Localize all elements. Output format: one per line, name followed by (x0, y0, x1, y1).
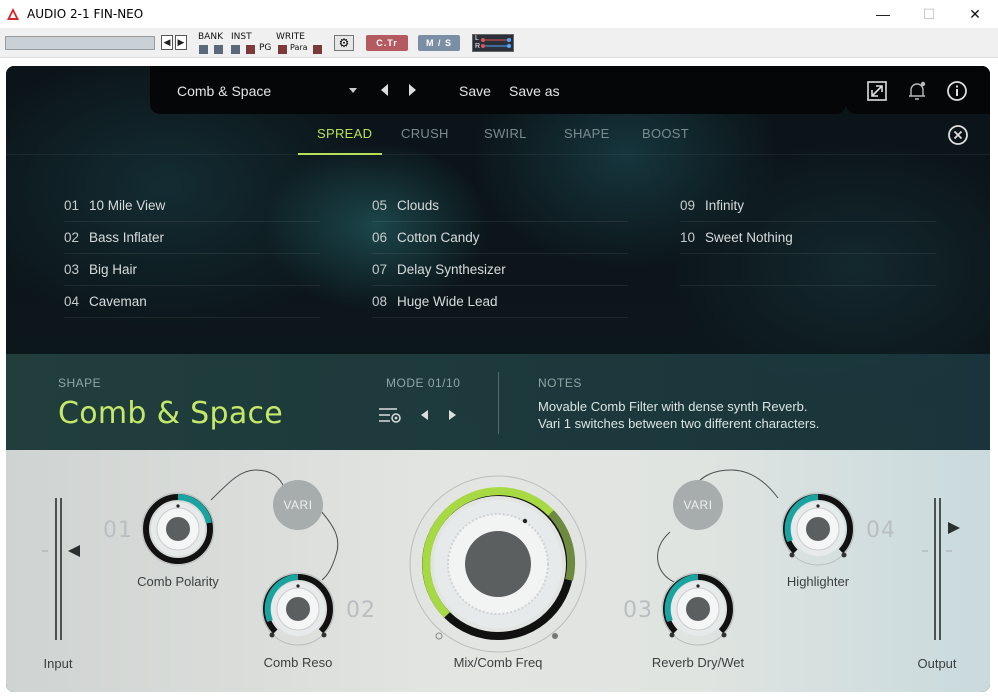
arrow-left-icon (420, 410, 428, 420)
vari-2-button[interactable]: VARI (673, 480, 723, 530)
lr-routing-icon (481, 38, 511, 48)
highlighter-label: Highlighter (786, 574, 850, 589)
mode-label: MODE 01/10 (386, 376, 461, 390)
next-mode-button[interactable] (446, 408, 458, 422)
mode-info-panel: SHAPE Comb & Space MODE 01/10 NOTES Mova… (6, 354, 990, 450)
list-item[interactable]: 07 Delay Synthesizer (372, 254, 628, 286)
preset-column-2: 05 Clouds 06 Cotton Candy 07 Delay Synthesi… (372, 190, 628, 318)
preset-column-1: 01 10 Mile View 02 Bass Inflater 03 Big Hai… (64, 190, 320, 318)
knob-1-number: 01 (103, 518, 133, 543)
arrow-left-icon (380, 84, 388, 96)
close-icon[interactable] (947, 124, 969, 146)
save-as-button[interactable]: Save as (509, 83, 560, 99)
preset-column-3: 09 Infinity 10 Sweet Nothing (680, 190, 936, 286)
title-bar: AUDIO 2-1 FIN-NEO — ☐ ✕ (0, 0, 998, 28)
inst-label: INST (231, 32, 252, 42)
pg-label: PG (259, 43, 272, 53)
prev-preset-button[interactable] (377, 82, 391, 98)
knob-3-number: 03 (623, 598, 653, 623)
list-item[interactable]: 03 Big Hair (64, 254, 320, 286)
list-item[interactable]: 04 Caveman (64, 286, 320, 318)
highlighter-knob[interactable] (773, 484, 864, 575)
preset-dropdown[interactable]: Comb & Space (177, 83, 271, 99)
arrow-right-icon (408, 84, 416, 96)
shape-label: SHAPE (58, 376, 102, 390)
list-item[interactable]: 10 Sweet Nothing (680, 222, 936, 254)
shape-name: Comb & Space (58, 396, 284, 431)
host-prev-button[interactable]: ◀ (161, 35, 173, 50)
list-item[interactable]: 08 Huge Wide Lead (372, 286, 628, 318)
input-meter[interactable] (42, 498, 80, 640)
list-item-empty (680, 254, 936, 286)
chevron-down-icon[interactable] (349, 88, 357, 93)
maximize-button[interactable]: ☐ (906, 0, 952, 28)
mode-list-icon[interactable] (378, 406, 402, 424)
ms-button[interactable]: M / S (418, 35, 460, 51)
knob-4-number: 04 (866, 518, 896, 543)
input-label: Input (43, 656, 73, 671)
bank-toggle-2[interactable] (214, 45, 223, 54)
host-preset-field[interactable] (5, 36, 155, 50)
mix-comb-freq-label: Mix/Comb Freq (453, 655, 543, 670)
comb-polarity-label: Comb Polarity (137, 574, 219, 589)
active-tab-indicator (298, 153, 382, 155)
list-item[interactable]: 01 10 Mile View (64, 190, 320, 222)
minimize-button[interactable]: — (860, 0, 906, 28)
list-item[interactable]: 09 Infinity (680, 190, 936, 222)
inst-toggle-2[interactable] (246, 45, 255, 54)
l-label: L (475, 35, 479, 42)
tab-swirl[interactable]: SWIRL (484, 126, 527, 141)
next-preset-button[interactable] (405, 82, 419, 98)
tab-crush[interactable]: CRUSH (401, 126, 449, 141)
bank-label: BANK (198, 32, 223, 42)
close-window-button[interactable]: ✕ (952, 0, 998, 28)
controls-panel: VARI VARI 01 02 03 04 Comb Polarity Comb… (6, 450, 990, 692)
tab-spread[interactable]: SPREAD (317, 126, 372, 141)
host-next-button[interactable]: ▶ (175, 35, 187, 50)
knob-2-number: 02 (346, 598, 376, 623)
notes-text: Movable Comb Filter with dense synth Rev… (538, 399, 820, 431)
plugin-window: Comb & Space Save Save as SPREAD CRUSH S… (6, 66, 990, 692)
window-title: AUDIO 2-1 FIN-NEO (27, 7, 144, 21)
save-button[interactable]: Save (459, 83, 491, 99)
comb-polarity-knob[interactable] (141, 492, 215, 566)
bank-toggle-1[interactable] (199, 45, 208, 54)
list-item[interactable]: 06 Cotton Candy (372, 222, 628, 254)
tab-shape[interactable]: SHAPE (564, 126, 610, 141)
inst-toggle-1[interactable] (231, 45, 240, 54)
app-logo-icon (7, 8, 19, 20)
list-item[interactable]: 05 Clouds (372, 190, 628, 222)
comb-reso-knob[interactable] (253, 564, 344, 655)
host-toolbar: ◀ ▶ BANK INST PG WRITE Para ⚙ C.Tr M / S… (0, 28, 998, 58)
lr-routing[interactable]: L R (472, 34, 514, 52)
bell-icon[interactable] (906, 80, 928, 102)
ctr-button[interactable]: C.Tr (366, 35, 408, 51)
comb-reso-label: Comb Reso (263, 655, 333, 670)
mix-comb-freq-knob[interactable] (409, 475, 587, 653)
tab-boost[interactable]: BOOST (642, 126, 689, 141)
write-label: WRITE (276, 32, 305, 42)
output-label: Output (917, 656, 957, 671)
list-item[interactable]: 02 Bass Inflater (64, 222, 320, 254)
prev-mode-button[interactable] (418, 408, 430, 422)
reverb-dry-wet-label: Reverb Dry/Wet (651, 655, 745, 670)
notes-label: NOTES (538, 376, 582, 390)
arrow-right-icon (448, 410, 456, 420)
info-icon[interactable] (946, 80, 968, 102)
gear-icon[interactable]: ⚙ (334, 35, 354, 51)
preset-bar: Comb & Space Save Save as (150, 66, 846, 114)
resize-icon[interactable] (866, 80, 888, 102)
top-icons (846, 66, 990, 114)
write-toggle[interactable] (278, 45, 287, 54)
para-toggle[interactable] (313, 45, 322, 54)
para-label: Para (290, 43, 308, 52)
output-meter[interactable] (922, 498, 960, 640)
vari-1-button[interactable]: VARI (273, 480, 323, 530)
